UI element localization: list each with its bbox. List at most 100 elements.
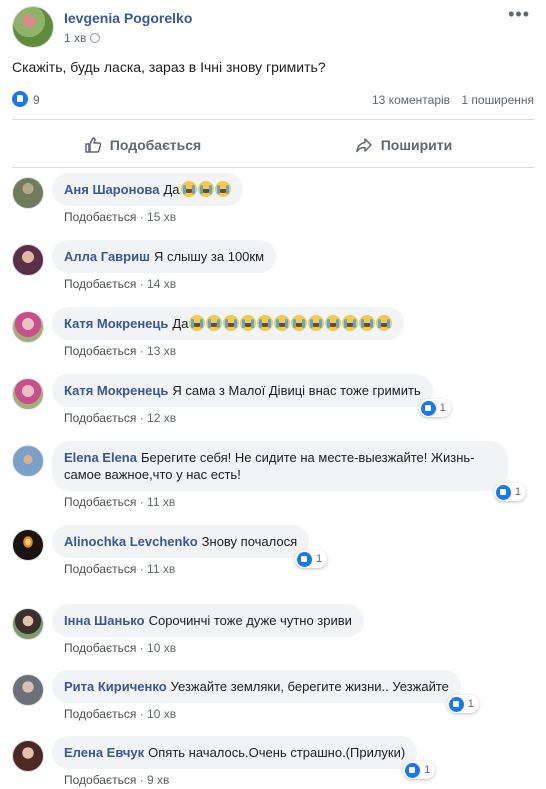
comment-bubble: Елена Евчук Опять началось.Очень страшно.… <box>52 736 436 779</box>
like-count[interactable]: 9 <box>33 93 40 107</box>
comment-like-link[interactable]: Подобається <box>64 495 136 509</box>
author-avatar[interactable] <box>12 6 54 48</box>
comment-time[interactable]: 10 хв <box>147 707 176 721</box>
comment-reaction-count: 1 <box>439 401 446 414</box>
commenter-name[interactable]: Катя Мокренець <box>64 316 168 331</box>
crying-face-emoji-icon <box>308 315 325 331</box>
comment-meta: Подобається · 10 хв <box>52 641 364 655</box>
commenter-name[interactable]: Alinochka Levchenko <box>64 534 198 549</box>
comment-text: Да <box>163 182 180 197</box>
commenter-avatar[interactable] <box>12 740 44 772</box>
comment-like-link[interactable]: Подобається <box>64 773 136 787</box>
comment-body: Elena Elena Берегите себя! Не сидите на м… <box>52 441 526 509</box>
comment-time[interactable]: 14 хв <box>147 277 176 291</box>
commenter-avatar[interactable] <box>12 177 44 209</box>
comment-text: Знову почалося <box>201 534 298 549</box>
post-timestamp[interactable]: 1 хв <box>64 31 101 45</box>
shares-count-link[interactable]: 1 поширення <box>461 93 534 107</box>
commenter-name[interactable]: Алла Гавриш <box>64 249 150 264</box>
share-arrow-icon <box>355 138 372 153</box>
like-reaction-icon <box>495 484 511 500</box>
comment-like-link[interactable]: Подобається <box>64 277 136 291</box>
crying-face-emoji-icon <box>189 315 206 331</box>
comment-reactions[interactable]: 1 <box>418 399 451 417</box>
commenter-avatar[interactable] <box>12 445 44 477</box>
comment-like-link[interactable]: Подобається <box>64 210 136 224</box>
comment-like-link[interactable]: Подобається <box>64 411 136 425</box>
commenter-name[interactable]: Аня Шаронова <box>64 182 159 197</box>
commenter-name[interactable]: Елена Евчук <box>64 745 144 760</box>
comment-body: Alinochka Levchenko Знову почалося 1 Подоба… <box>52 525 328 576</box>
comment-reaction-count: 1 <box>467 697 474 710</box>
commenter-avatar[interactable] <box>12 529 44 561</box>
comment-body: Алла Гавриш Я слышу за 100км Подобається ·… <box>52 240 277 291</box>
crying-face-emoji-icon <box>223 315 240 331</box>
comment-like-link[interactable]: Подобається <box>64 562 136 576</box>
meta-separator: · <box>136 495 148 509</box>
commenter-avatar[interactable] <box>12 244 44 276</box>
post-header: Ievgenia Pogorelko 1 хв ••• <box>12 5 534 48</box>
comment-meta: Подобається · 12 хв <box>52 411 433 425</box>
comment-time[interactable]: 11 хв <box>147 495 175 509</box>
comment-reaction-count: 1 <box>514 485 521 498</box>
comment-reactions[interactable]: 1 <box>493 483 526 501</box>
meta-separator: · <box>136 344 148 358</box>
meta-separator: · <box>136 210 148 224</box>
crying-face-emoji-icon <box>274 315 291 331</box>
comment-time[interactable]: 15 хв <box>147 210 176 224</box>
commenter-avatar[interactable] <box>12 311 44 343</box>
comment-bubble: Катя Мокренець Я сама з Малої Дівиці внас… <box>52 374 451 417</box>
crying-face-emoji-icon <box>376 315 393 331</box>
post-author[interactable]: Ievgenia Pogorelko <box>64 10 192 26</box>
comment-like-link[interactable]: Подобається <box>64 641 136 655</box>
comment-bubble: Інна Шанько Сорочинчі тоже дуже чутно зри… <box>52 604 364 637</box>
stats-right: 13 коментарів 1 поширення <box>372 93 534 107</box>
share-button[interactable]: Поширити <box>273 127 534 163</box>
commenter-avatar[interactable] <box>12 378 44 410</box>
comment-time[interactable]: 12 хв <box>147 411 176 425</box>
commenter-name[interactable]: Elena Elena <box>64 450 137 465</box>
comment-reactions[interactable]: 1 <box>295 550 328 568</box>
commenter-avatar[interactable] <box>12 674 44 706</box>
comment-reactions[interactable]: 1 <box>446 695 479 713</box>
comment-body: Елена Евчук Опять началось.Очень страшно.… <box>52 736 436 787</box>
comment-like-link[interactable]: Подобається <box>64 344 136 358</box>
action-bar: Подобається Поширити <box>12 127 534 163</box>
divider <box>12 119 534 120</box>
meta-separator: · <box>136 411 148 425</box>
commenter-name[interactable]: Катя Мокренець <box>64 383 168 398</box>
commenter-name[interactable]: Інна Шанько <box>64 613 145 628</box>
comment-bubble: Elena Elena Берегите себя! Не сидите на м… <box>52 441 526 501</box>
comment-reactions[interactable]: 1 <box>403 761 436 779</box>
more-options-icon[interactable]: ••• <box>508 5 530 23</box>
meta-separator: · <box>136 773 148 787</box>
commenter-avatar[interactable] <box>12 608 44 640</box>
like-reaction-icon <box>297 551 313 567</box>
comment-time[interactable]: 10 хв <box>147 641 176 655</box>
comment-meta: Подобається · 15 хв <box>52 210 243 224</box>
comment-time[interactable]: 13 хв <box>147 344 176 358</box>
commenter-name[interactable]: Рита Кириченко <box>64 679 167 694</box>
crying-face-emoji-icon <box>359 315 376 331</box>
comment-body: Аня Шаронова Да Подобається · 15 хв <box>52 173 243 224</box>
like-reaction-icon[interactable] <box>12 91 28 107</box>
crying-face-emoji-icon <box>206 315 223 331</box>
meta-separator: · <box>136 562 148 576</box>
like-reaction-icon <box>448 696 464 712</box>
comments-count-link[interactable]: 13 коментарів <box>372 93 450 107</box>
post-time-text[interactable]: 1 хв <box>64 31 86 45</box>
comment-text: Да <box>172 316 189 331</box>
meta-separator: · <box>136 641 148 655</box>
post-stats: 9 13 коментарів 1 поширення <box>12 91 534 109</box>
like-button[interactable]: Подобається <box>12 127 273 163</box>
comment-like-link[interactable]: Подобається <box>64 707 136 721</box>
comment-text: Я сама з Малої Дівиці внас тоже гримить <box>172 383 421 398</box>
post-text: Скажіть, будь ласка, зараз в Ічні знову … <box>12 59 326 75</box>
comment-time[interactable]: 9 хв <box>147 773 169 787</box>
comment-bubble: Alinochka Levchenko Знову почалося 1 <box>52 525 328 568</box>
globe-icon <box>90 33 101 43</box>
comment-time[interactable]: 11 хв <box>147 562 175 576</box>
thumbs-up-icon <box>85 137 101 153</box>
comment-meta: Подобається · 13 хв <box>52 344 404 358</box>
comment-meta: Подобається · 11 хв <box>52 562 309 576</box>
